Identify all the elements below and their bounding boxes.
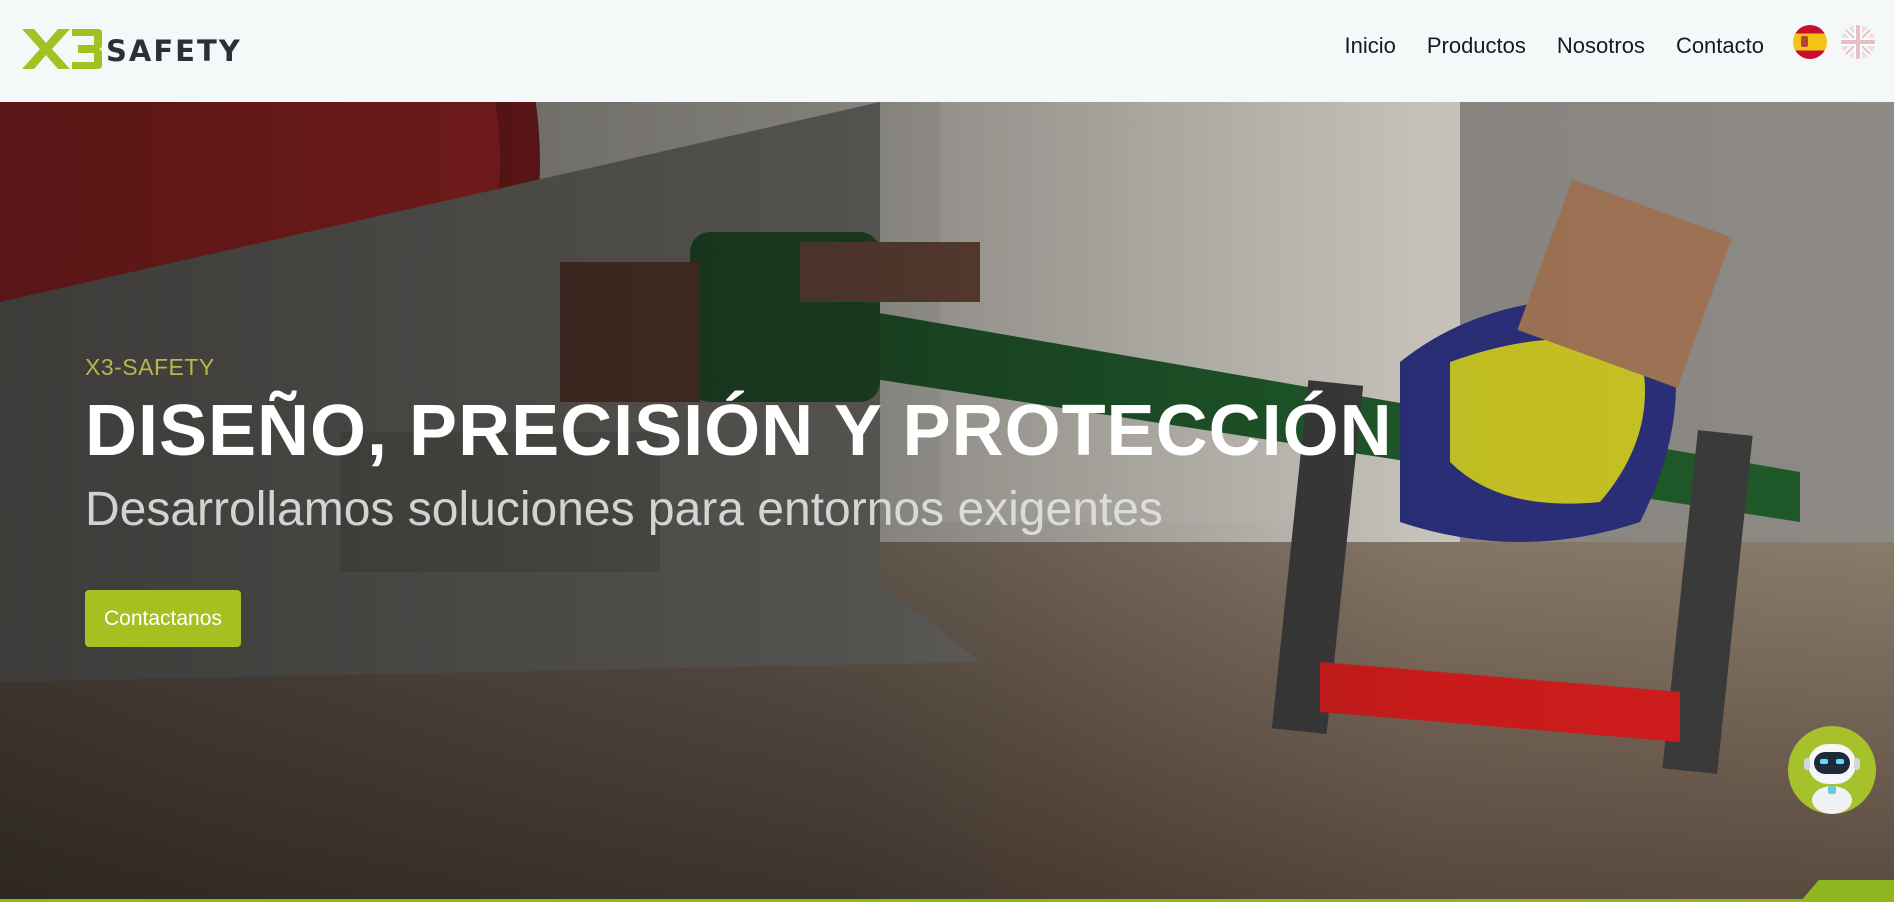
logo-text: SAFETY xyxy=(106,34,242,68)
chat-assistant-button[interactable] xyxy=(1788,726,1876,814)
uk-flag-icon[interactable] xyxy=(1841,25,1875,59)
main-nav: Inicio Productos Nosotros Contacto xyxy=(1313,30,1764,62)
hero-subtitle: Desarrollamos soluciones para entornos e… xyxy=(85,483,1163,536)
nav-link-productos[interactable]: Productos xyxy=(1427,30,1526,62)
hero-kicker: X3-SAFETY xyxy=(85,354,215,380)
robot-assistant-icon xyxy=(1804,744,1860,814)
hero-section: X3-SAFETY DISEÑO, PRECISIÓN Y PROTECCIÓN… xyxy=(0,102,1894,902)
site-header: SAFETY Inicio Productos Nosotros Contact… xyxy=(0,0,1894,102)
spain-flag-icon[interactable] xyxy=(1793,25,1827,59)
nav-link-inicio[interactable]: Inicio xyxy=(1344,30,1395,62)
contact-cta-button[interactable]: Contactanos xyxy=(85,590,241,647)
logo[interactable]: SAFETY xyxy=(20,27,250,71)
x3-logo-mark-icon xyxy=(22,29,102,69)
hero-title: DISEÑO, PRECISIÓN Y PROTECCIÓN xyxy=(85,391,1393,471)
nav-link-nosotros[interactable]: Nosotros xyxy=(1557,30,1645,62)
nav-link-contacto[interactable]: Contacto xyxy=(1676,30,1764,62)
